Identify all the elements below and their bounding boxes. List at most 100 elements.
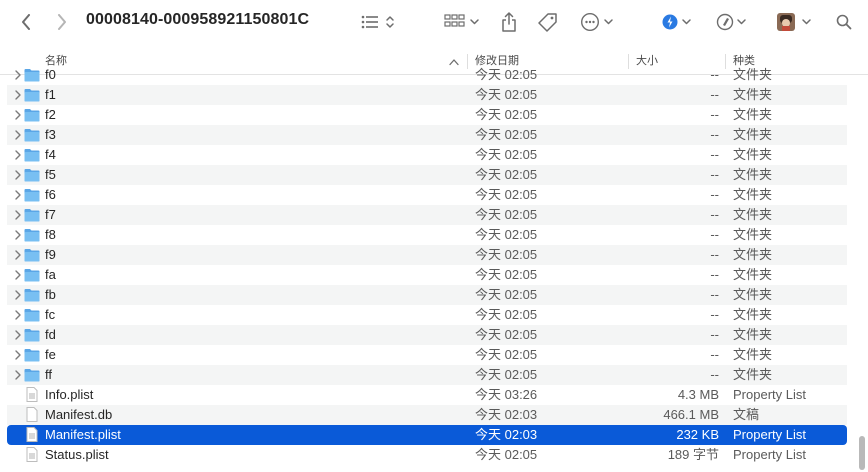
share-icon <box>502 12 516 32</box>
list-item[interactable]: f1 今天 02:05 -- 文件夹 <box>7 85 847 105</box>
ellipsis-circle-icon <box>580 12 613 32</box>
list-item[interactable]: Status.plist 今天 02:05 189 字节 Property Li… <box>7 445 847 465</box>
folder-icon <box>24 229 40 242</box>
view-options-button[interactable] <box>360 9 398 35</box>
file-kind: 文件夹 <box>733 267 773 282</box>
list-item[interactable]: Manifest.db 今天 02:03 466.1 MB 文稿 <box>7 405 847 425</box>
disclosure-triangle-icon[interactable] <box>13 269 23 281</box>
file-size: -- <box>710 247 719 262</box>
list-item[interactable]: Info.plist 今天 03:26 4.3 MB Property List <box>7 385 847 405</box>
disclosure-triangle-icon[interactable] <box>13 309 23 321</box>
file-name: f3 <box>45 127 56 142</box>
list-item[interactable]: fc 今天 02:05 -- 文件夹 <box>7 305 847 325</box>
window-title: 00008140-000958921150801C <box>86 11 310 28</box>
disclosure-triangle-icon[interactable] <box>13 249 23 261</box>
file-kind: 文件夹 <box>733 347 773 362</box>
modified-date: 今天 02:05 <box>475 307 538 322</box>
file-kind: 文件夹 <box>733 147 773 162</box>
modified-date: 今天 02:05 <box>475 227 538 242</box>
folder-icon <box>24 309 40 322</box>
file-name: ff <box>45 367 52 382</box>
folder-icon <box>24 329 40 342</box>
markup-button[interactable] <box>716 9 750 35</box>
list-item[interactable]: f3 今天 02:05 -- 文件夹 <box>7 125 847 145</box>
file-name: fe <box>45 347 56 362</box>
file-kind: 文件夹 <box>733 287 773 302</box>
disclosure-triangle-icon[interactable] <box>13 129 23 141</box>
plist-file-icon <box>26 387 38 402</box>
folder-icon <box>24 169 40 182</box>
disclosure-triangle-icon[interactable] <box>13 289 23 301</box>
list-item[interactable]: f9 今天 02:05 -- 文件夹 <box>7 245 847 265</box>
disclosure-triangle-icon[interactable] <box>13 349 23 361</box>
list-item[interactable]: f6 今天 02:05 -- 文件夹 <box>7 185 847 205</box>
share-button[interactable] <box>499 9 519 35</box>
file-name: fc <box>45 307 56 322</box>
disclosure-triangle-icon[interactable] <box>13 229 23 241</box>
forward-button[interactable] <box>52 9 72 35</box>
file-kind: 文稿 <box>733 407 760 422</box>
shortcuts-button[interactable] <box>661 9 695 35</box>
tag-icon <box>538 13 557 32</box>
list-item[interactable]: fa 今天 02:05 -- 文件夹 <box>7 265 847 285</box>
list-item[interactable]: f4 今天 02:05 -- 文件夹 <box>7 145 847 165</box>
search-icon <box>836 14 852 30</box>
file-size: 4.3 MB <box>677 387 719 402</box>
folder-icon <box>24 189 40 202</box>
back-button[interactable] <box>16 9 36 35</box>
file-kind: 文件夹 <box>733 187 773 202</box>
markup-pen-icon <box>716 13 746 31</box>
list-item[interactable]: f7 今天 02:05 -- 文件夹 <box>7 205 847 225</box>
modified-date: 今天 02:05 <box>475 87 538 102</box>
modified-date: 今天 02:03 <box>475 427 538 442</box>
list-item-selected[interactable]: Manifest.plist 今天 02:03 232 KB Property … <box>7 425 847 445</box>
list-item[interactable]: f8 今天 02:05 -- 文件夹 <box>7 225 847 245</box>
file-kind: 文件夹 <box>733 87 773 102</box>
more-actions-button[interactable] <box>580 9 616 35</box>
modified-date: 今天 02:05 <box>475 247 538 262</box>
list-item[interactable]: fd 今天 02:05 -- 文件夹 <box>7 325 847 345</box>
list-item[interactable]: ff 今天 02:05 -- 文件夹 <box>7 365 847 385</box>
chevron-right-icon <box>58 14 66 30</box>
file-size: -- <box>710 67 719 82</box>
file-size: -- <box>710 327 719 342</box>
tag-button[interactable] <box>537 9 559 35</box>
file-kind: Property List <box>733 427 806 442</box>
modified-date: 今天 02:03 <box>475 407 538 422</box>
file-kind: Property List <box>733 387 806 402</box>
file-size: 189 字节 <box>667 447 719 462</box>
disclosure-triangle-icon[interactable] <box>13 189 23 201</box>
disclosure-triangle-icon[interactable] <box>13 109 23 121</box>
disclosure-triangle-icon[interactable] <box>13 169 23 181</box>
account-button[interactable] <box>776 9 816 35</box>
file-kind: 文件夹 <box>733 107 773 122</box>
list-item[interactable]: fe 今天 02:05 -- 文件夹 <box>7 345 847 365</box>
list-item[interactable]: f2 今天 02:05 -- 文件夹 <box>7 105 847 125</box>
list-item[interactable]: fb 今天 02:05 -- 文件夹 <box>7 285 847 305</box>
vertical-scrollbar[interactable] <box>859 436 865 470</box>
disclosure-triangle-icon[interactable] <box>13 69 23 81</box>
disclosure-triangle-icon[interactable] <box>13 89 23 101</box>
file-size: -- <box>710 167 719 182</box>
modified-date: 今天 02:05 <box>475 327 538 342</box>
avatar-icon <box>777 13 811 31</box>
file-size: -- <box>710 107 719 122</box>
list-view-icon <box>361 15 394 29</box>
modified-date: 今天 02:05 <box>475 167 538 182</box>
modified-date: 今天 02:05 <box>475 107 538 122</box>
group-button[interactable] <box>444 9 482 35</box>
file-name: f0 <box>45 67 56 82</box>
list-item[interactable]: f0 今天 02:05 -- 文件夹 <box>7 65 847 85</box>
disclosure-triangle-icon[interactable] <box>13 369 23 381</box>
document-file-icon <box>26 407 38 422</box>
list-item[interactable]: f5 今天 02:05 -- 文件夹 <box>7 165 847 185</box>
file-size: 232 KB <box>676 427 719 442</box>
disclosure-triangle-icon[interactable] <box>13 209 23 221</box>
file-kind: 文件夹 <box>733 67 773 82</box>
file-size: -- <box>710 87 719 102</box>
chevron-left-icon <box>22 14 30 30</box>
disclosure-triangle-icon[interactable] <box>13 329 23 341</box>
disclosure-triangle-icon[interactable] <box>13 149 23 161</box>
search-button[interactable] <box>834 9 854 35</box>
file-size: -- <box>710 347 719 362</box>
